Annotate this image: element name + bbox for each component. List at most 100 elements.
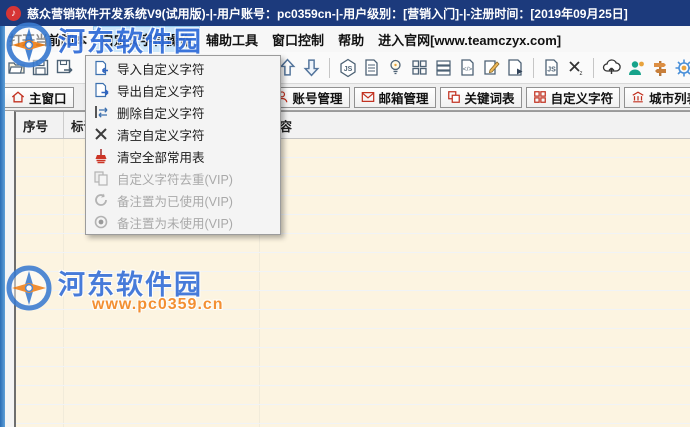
tab-label: 城市列表 bbox=[649, 91, 690, 106]
settings-gear-icon[interactable] bbox=[673, 57, 690, 78]
menu-open-script[interactable]: 打开当前脚本 bbox=[2, 27, 94, 52]
menu-item-clear-custom-chars[interactable]: 清空自定义字符 bbox=[86, 123, 280, 145]
menu-item-mark-unused-vip: 备注置为未使用(VIP) bbox=[86, 211, 280, 233]
table-cell bbox=[16, 405, 64, 423]
tab-mailbox-management[interactable]: 邮箱管理 bbox=[353, 86, 436, 108]
signpost-icon[interactable] bbox=[649, 57, 670, 78]
table-cell bbox=[16, 158, 64, 176]
menu-bar: 打开当前脚本 自定义字符操作 辅助工具 窗口控制 帮助 进入官网[www.tea… bbox=[0, 25, 690, 53]
js-badge-icon[interactable]: JS bbox=[337, 57, 358, 78]
menu-official-site[interactable]: 进入官网[www.teamczyx.com] bbox=[371, 27, 568, 52]
menu-aux-tools[interactable]: 辅助工具 bbox=[199, 27, 265, 52]
table-cell bbox=[16, 367, 64, 385]
menu-item-delete-custom-chars[interactable]: 删除自定义字符 bbox=[86, 101, 280, 123]
table-cell bbox=[64, 405, 260, 423]
open-folder-icon[interactable] bbox=[6, 57, 27, 78]
menu-item-label: 自定义字符去重(VIP) bbox=[117, 172, 233, 187]
chars-grid-icon bbox=[533, 90, 547, 104]
svg-text:</>: </> bbox=[463, 66, 473, 73]
menu-item-mark-used-vip: 备注置为已使用(VIP) bbox=[86, 189, 280, 211]
table-row bbox=[16, 272, 690, 291]
svg-text:JS: JS bbox=[547, 67, 556, 74]
table-cell bbox=[64, 367, 260, 385]
red-brush-icon bbox=[93, 148, 109, 164]
menu-item-label: 导出自定义字符 bbox=[117, 84, 205, 99]
save-as-icon[interactable] bbox=[54, 57, 75, 78]
tab-main-window[interactable]: 主窗口 bbox=[4, 86, 74, 108]
tab-city-list[interactable]: 城市列表 bbox=[624, 86, 690, 108]
menu-item-label: 导入自定义字符 bbox=[117, 62, 205, 77]
tab-label: 邮箱管理 bbox=[378, 91, 429, 106]
tab-keyword-list[interactable]: 关键词表 bbox=[439, 86, 522, 108]
menu-item-clear-all-tables[interactable]: 清空全部常用表 bbox=[86, 145, 280, 167]
table-row bbox=[16, 367, 690, 386]
table-cell bbox=[16, 291, 64, 309]
svg-text:JS: JS bbox=[343, 66, 352, 73]
cloud-upload-icon[interactable] bbox=[601, 57, 622, 78]
table-cell bbox=[64, 291, 260, 309]
dedup-icon bbox=[93, 170, 109, 186]
column-header-content[interactable]: 内容 bbox=[260, 112, 690, 138]
table-cell bbox=[16, 272, 64, 290]
menu-item-label: 清空自定义字符 bbox=[117, 128, 205, 143]
table-cell bbox=[16, 234, 64, 252]
toolbar-separator bbox=[329, 57, 330, 78]
table-cell bbox=[64, 386, 260, 404]
move-down-icon[interactable] bbox=[301, 57, 322, 78]
title-bar: ♪ 慈众营销软件开发系统V9(试用版)-|-用户账号：pc0359cn-|-用户… bbox=[0, 0, 690, 26]
table-cell bbox=[16, 329, 64, 347]
menu-item-import-custom-chars[interactable]: 导入自定义字符 bbox=[86, 57, 280, 79]
table-cell bbox=[260, 291, 690, 309]
tab-label: 自定义字符 bbox=[550, 91, 614, 106]
tab-custom-characters[interactable]: 自定义字符 bbox=[525, 86, 621, 108]
window-title: 慈众营销软件开发系统V9(试用版)-|-用户账号：pc0359cn-|-用户级别… bbox=[27, 6, 628, 21]
table-cell bbox=[260, 196, 690, 214]
export-icon bbox=[93, 82, 109, 98]
table-cell bbox=[260, 329, 690, 347]
doc-code-icon[interactable]: </> bbox=[457, 57, 478, 78]
save-icon[interactable] bbox=[30, 57, 51, 78]
menu-help[interactable]: 帮助 bbox=[331, 27, 371, 52]
city-icon bbox=[631, 90, 645, 104]
table-cell bbox=[16, 196, 64, 214]
document-icon[interactable] bbox=[361, 57, 382, 78]
mark-unused-icon bbox=[93, 214, 109, 230]
column-header-index[interactable]: 序号 bbox=[16, 112, 64, 138]
menu-item-export-custom-chars[interactable]: 导出自定义字符 bbox=[86, 79, 280, 101]
table-cell bbox=[260, 177, 690, 195]
menu-custom-char-ops[interactable]: 自定义字符操作 bbox=[93, 25, 201, 53]
lightbulb-icon[interactable] bbox=[385, 57, 406, 78]
grid-icon[interactable] bbox=[409, 57, 430, 78]
doc-run-icon[interactable] bbox=[505, 57, 526, 78]
table-row bbox=[16, 405, 690, 424]
tab-label: 主窗口 bbox=[29, 91, 67, 106]
menu-item-dedup-vip: 自定义字符去重(VIP) bbox=[86, 167, 280, 189]
custom-char-ops-dropdown: 导入自定义字符 导出自定义字符 删除自定义字符 清空自定义字符 清空全部常用表 … bbox=[85, 55, 281, 235]
table-cell bbox=[64, 310, 260, 328]
layers-icon[interactable] bbox=[433, 57, 454, 78]
app-icon: ♪ bbox=[6, 5, 21, 21]
import-icon bbox=[93, 60, 109, 76]
mail-icon bbox=[361, 90, 375, 104]
table-cell bbox=[260, 215, 690, 233]
table-row bbox=[16, 291, 690, 310]
table-cell bbox=[16, 386, 64, 404]
table-cell bbox=[260, 367, 690, 385]
toolbar-separator bbox=[533, 57, 534, 78]
table-cell bbox=[260, 310, 690, 328]
table-cell bbox=[260, 139, 690, 157]
keywords-icon bbox=[447, 90, 461, 104]
table-row bbox=[16, 253, 690, 272]
table-cell bbox=[260, 405, 690, 423]
application-window: ♪ 慈众营销软件开发系统V9(试用版)-|-用户账号：pc0359cn-|-用户… bbox=[0, 0, 690, 427]
js-file-icon[interactable]: JS bbox=[541, 57, 562, 78]
close-script-icon[interactable]: z bbox=[565, 57, 586, 78]
menu-window-control[interactable]: 窗口控制 bbox=[265, 27, 331, 52]
svg-text:z: z bbox=[580, 71, 583, 77]
table-row bbox=[16, 310, 690, 329]
add-user-icon[interactable] bbox=[625, 57, 646, 78]
clear-x-icon bbox=[93, 126, 109, 142]
menu-item-label: 删除自定义字符 bbox=[117, 106, 205, 121]
doc-edit-icon[interactable] bbox=[481, 57, 502, 78]
table-cell bbox=[64, 348, 260, 366]
